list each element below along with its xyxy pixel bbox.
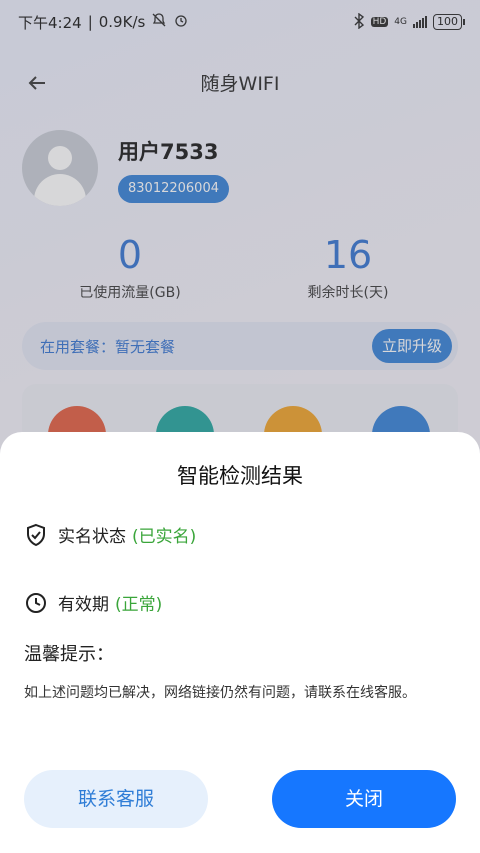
contact-support-button[interactable]: 联系客服	[24, 770, 208, 828]
sheet-title: 智能检测结果	[177, 464, 303, 488]
clock-icon	[26, 592, 46, 613]
validity-status: (正常)	[115, 595, 163, 615]
validity-label: 有效期	[58, 595, 109, 615]
realname-status: (已实名)	[132, 527, 197, 547]
close-button[interactable]: 关闭	[272, 770, 456, 828]
validity-row: 有效期 (正常)	[24, 590, 162, 615]
realname-label: 实名状态	[58, 527, 126, 547]
realname-row: 实名状态 (已实名)	[24, 522, 196, 547]
tip-title: 温馨提示：	[24, 644, 114, 665]
shield-check-icon	[27, 523, 45, 546]
tip-body: 如上述问题均已解决，网络链接仍然有问题，请联系在线客服。	[24, 685, 416, 701]
detection-result-sheet: 智能检测结果 实名状态 (已实名) 有效期 (正常) 温馨提示： 如上述问题均已…	[0, 432, 480, 853]
